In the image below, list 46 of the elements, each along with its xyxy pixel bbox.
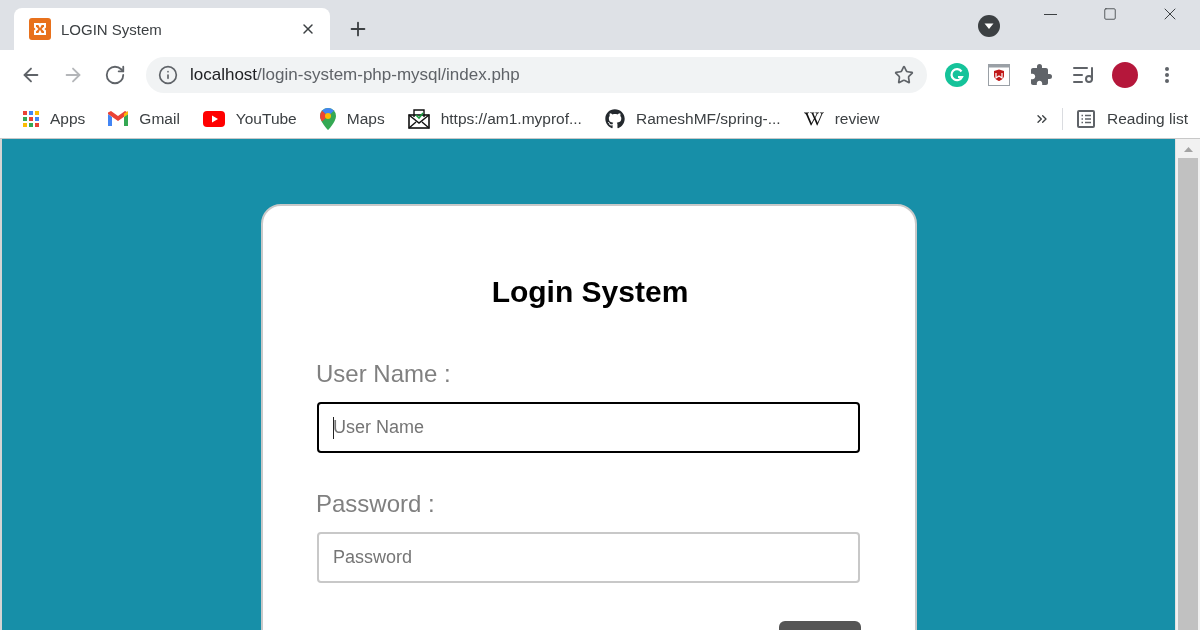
bookmark-item[interactable]: Gmail (108, 110, 180, 128)
maximize-icon (1103, 7, 1117, 21)
browser-tab[interactable]: LOGIN System (14, 8, 330, 50)
avatar-icon (1112, 62, 1138, 88)
g-circle-icon (945, 63, 969, 87)
reload-icon (104, 64, 126, 86)
kebab-menu-icon (1165, 67, 1169, 83)
scrollbar-thumb[interactable] (1178, 158, 1198, 630)
caret-down-circle-icon (978, 15, 1000, 37)
bookmark-item[interactable]: Apps (23, 110, 86, 128)
mail-m-icon (108, 111, 129, 127)
play-button-icon (202, 111, 225, 127)
apps-grid-icon (23, 111, 39, 127)
envelope-icon (407, 109, 430, 129)
info-icon[interactable] (158, 65, 178, 85)
bookmark-label: Apps (50, 110, 86, 128)
field-label: Password : (316, 490, 435, 518)
star-icon[interactable] (894, 65, 914, 85)
bookmark-label: YouTube (235, 110, 297, 128)
address-bar[interactable]: localhost/login-system-php-mysql/index.php (146, 57, 927, 93)
shield-icon (988, 64, 1010, 86)
tab-search-button[interactable] (978, 15, 1000, 37)
bookmark-label: Maps (346, 110, 385, 128)
scrollbar[interactable] (1175, 139, 1200, 630)
login-title: Login System (490, 274, 690, 310)
tab-title: LOGIN System (61, 20, 162, 38)
list-icon (1077, 110, 1095, 128)
url-text: localhost/login-system-php-mysql/index.php (190, 65, 520, 85)
tab-favicon-icon (29, 18, 51, 40)
bookmark-label: RameshMF/spring-... (635, 110, 781, 128)
bookmark-item[interactable]: https://am1.myprof... (407, 109, 582, 129)
close-icon[interactable] (300, 21, 316, 37)
minimize-icon (1043, 13, 1057, 15)
bookmark-label: https://am1.myprof... (440, 110, 582, 128)
reading-list-button[interactable]: Reading list (1077, 110, 1188, 128)
bookmark-label: Gmail (139, 110, 180, 128)
field-label: User Name : (316, 360, 451, 388)
bookmark-item[interactable]: review (803, 109, 880, 129)
puzzle-icon (1029, 63, 1053, 87)
map-pin-icon (319, 108, 336, 130)
input-field[interactable]: User Name (317, 402, 860, 453)
octocat-icon (604, 109, 625, 129)
bookmark-label: review (834, 110, 880, 128)
bookmark-item[interactable]: YouTube (202, 110, 297, 128)
bookmark-item[interactable]: RameshMF/spring-... (604, 109, 781, 129)
bookmark-item[interactable]: Maps (319, 108, 385, 130)
